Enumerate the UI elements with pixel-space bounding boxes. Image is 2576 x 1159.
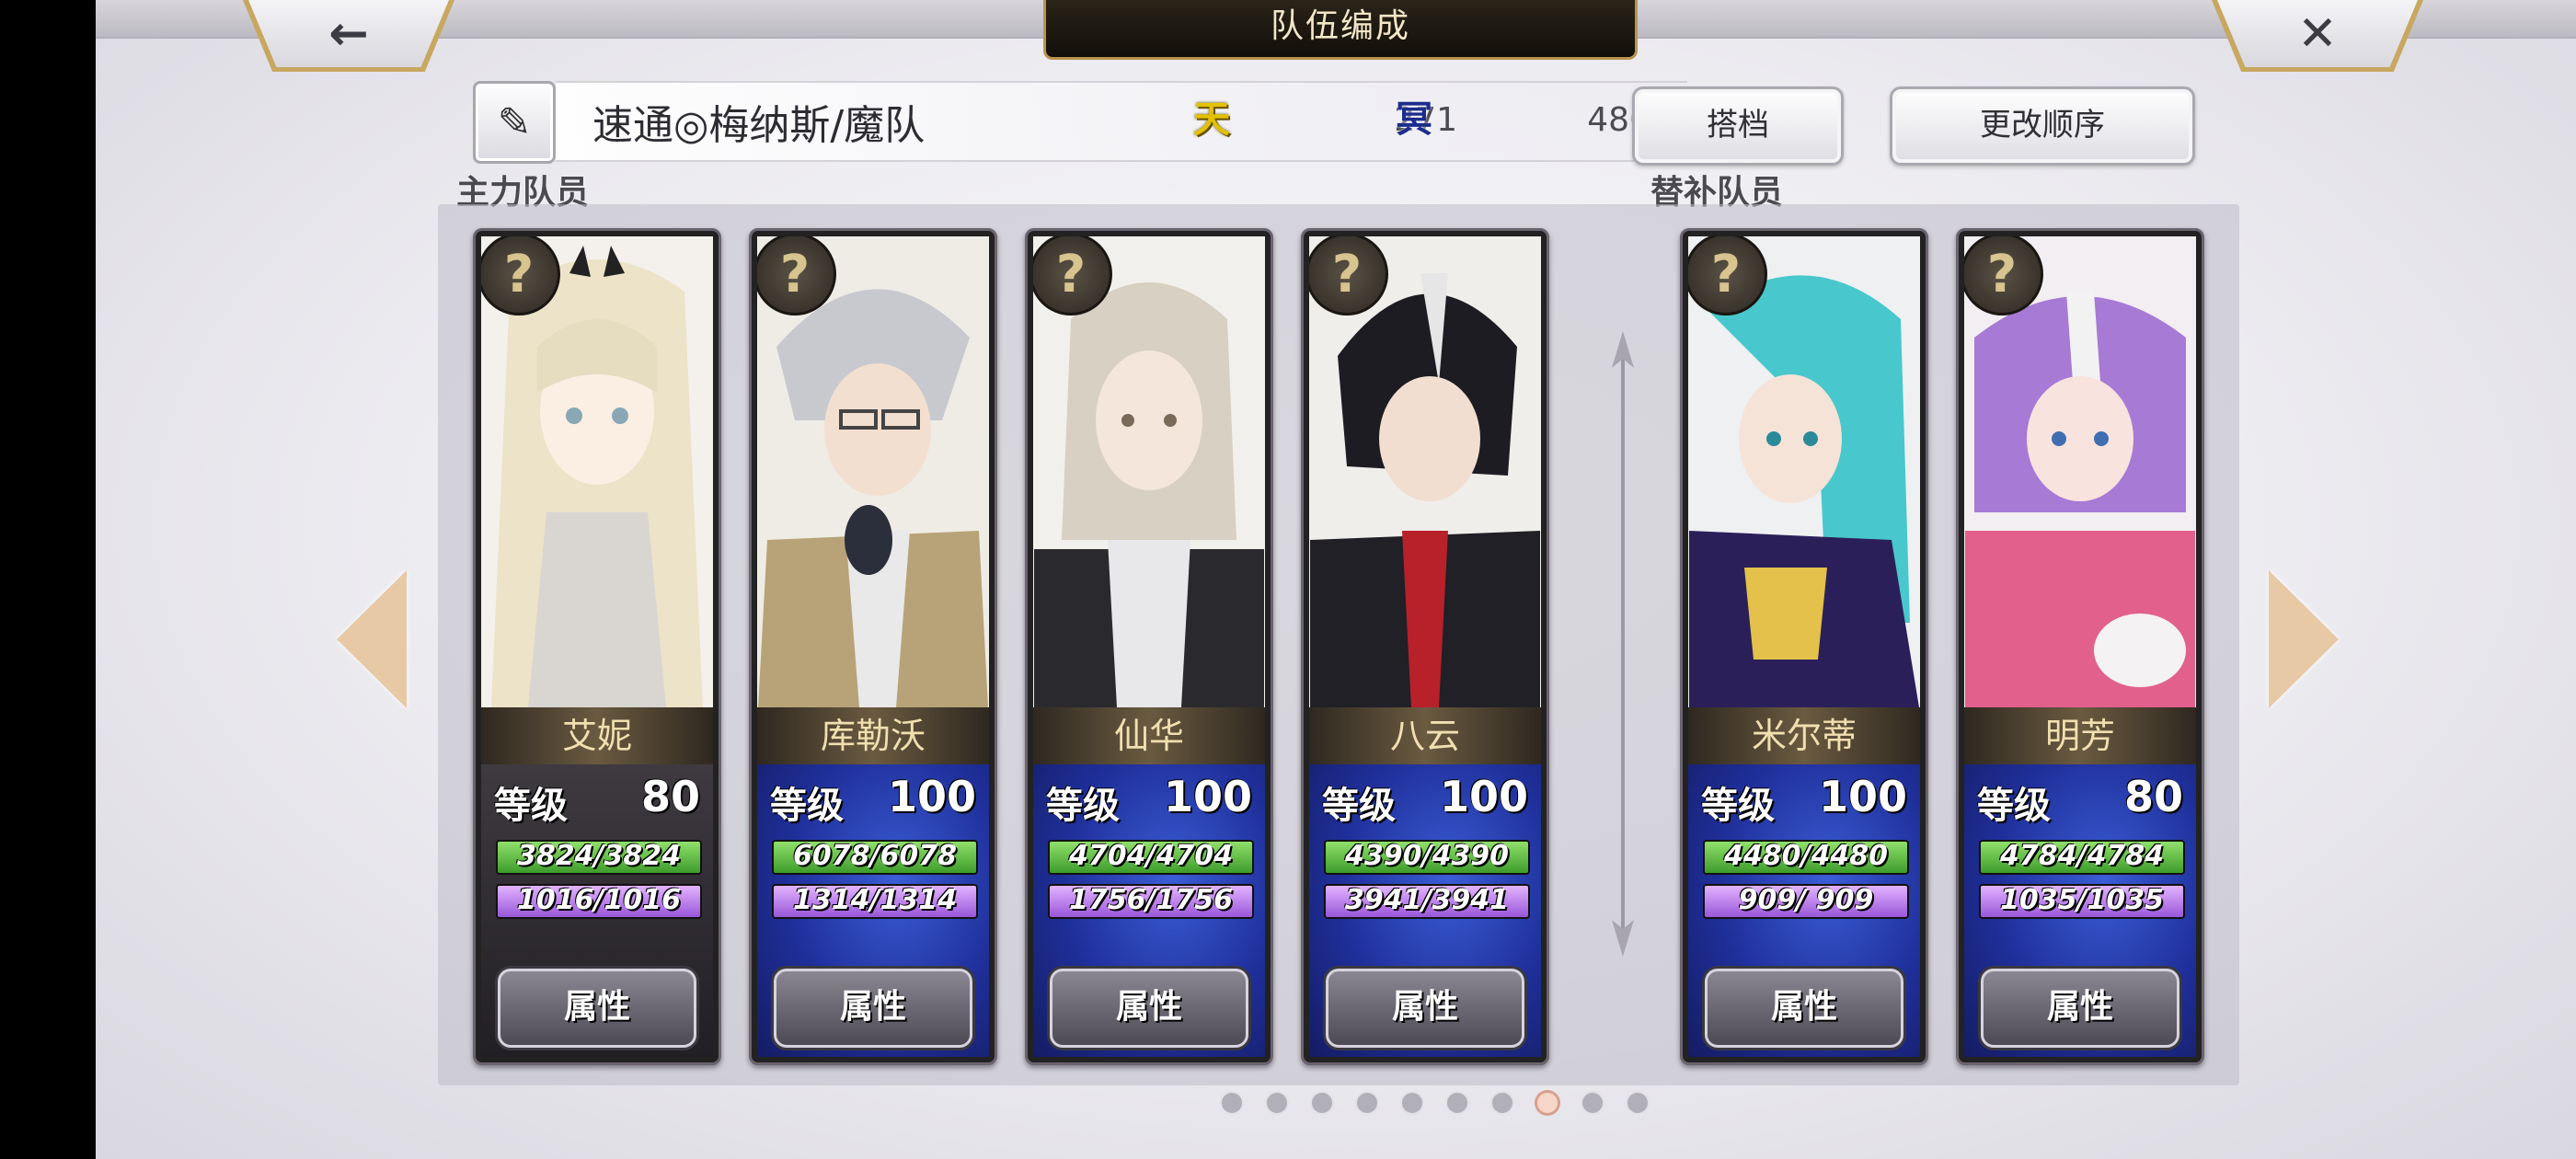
hell-icon: 冥 — [1396, 98, 1432, 141]
character-name: 米尔蒂 — [1688, 707, 1920, 764]
level-value: 100 — [1439, 772, 1528, 821]
level-value: 100 — [887, 772, 976, 821]
hp-value: 4390/4390 — [1345, 840, 1509, 872]
level-label: 等级 — [1322, 785, 1396, 827]
level-value: 100 — [1163, 772, 1252, 821]
page-dot[interactable] — [1447, 1093, 1467, 1113]
character-name: 明芳 — [1964, 707, 2196, 764]
quill-icon: ✎ — [497, 98, 532, 146]
attributes-button[interactable]: 属性 — [1705, 969, 1903, 1048]
level-label: 等级 — [1701, 785, 1775, 827]
back-button[interactable]: ← — [243, 0, 454, 72]
mp-bar: 3941/3941 — [1324, 884, 1530, 919]
level-value: 80 — [640, 772, 700, 821]
character-portrait: ? — [1033, 236, 1265, 707]
character-name: 八云 — [1309, 707, 1541, 764]
character-card-1[interactable]: ? 艾妮 等级 80 3824/3824 1016/1016 属性 — [473, 228, 721, 1065]
mp-value: 1016/1016 — [517, 884, 681, 916]
character-card-6[interactable]: ? 明芳 等级 80 4784/4784 1035/1035 属性 — [1956, 228, 2204, 1065]
character-portrait: ? — [757, 236, 989, 707]
team-name: 速通◎梅纳斯/魔队 — [592, 102, 926, 149]
level-label: 等级 — [1977, 785, 2051, 827]
character-stats: 等级 100 4390/4390 3941/3941 属性 — [1309, 764, 1541, 1057]
mp-bar: 909/ 909 — [1703, 884, 1909, 919]
hp-value: 4480/4480 — [1724, 840, 1888, 872]
attributes-button[interactable]: 属性 — [1981, 969, 2179, 1048]
mp-bar: 1035/1035 — [1979, 884, 2185, 919]
close-button[interactable]: ✕ — [2212, 0, 2423, 72]
character-stats: 等级 80 4784/4784 1035/1035 属性 — [1964, 764, 2196, 1057]
character-card-5[interactable]: ? 米尔蒂 等级 100 4480/4480 909/ 909 属性 — [1680, 228, 1928, 1065]
hp-value: 6078/6078 — [793, 840, 957, 872]
attributes-button[interactable]: 属性 — [498, 969, 696, 1048]
character-name: 库勒沃 — [757, 707, 989, 764]
hp-bar: 4704/4704 — [1048, 840, 1254, 875]
mp-bar: 1314/1314 — [772, 884, 978, 919]
character-stats: 等级 100 6078/6078 1314/1314 属性 — [757, 764, 989, 1057]
attributes-button[interactable]: 属性 — [1326, 969, 1524, 1048]
swap-divider-icon — [1612, 331, 1634, 957]
page-dot[interactable] — [1312, 1093, 1332, 1113]
level-value: 100 — [1818, 772, 1907, 821]
mp-bar: 1016/1016 — [496, 884, 702, 919]
level-label: 等级 — [494, 785, 568, 827]
page-indicator — [1222, 1093, 1648, 1113]
mp-value: 1314/1314 — [793, 884, 957, 916]
back-arrow-icon: ← — [328, 6, 369, 62]
level-value: 80 — [2123, 772, 2183, 821]
page-dot[interactable] — [1222, 1093, 1242, 1113]
page-dot[interactable] — [1357, 1093, 1377, 1113]
level-label: 等级 — [1046, 785, 1120, 827]
character-card-2[interactable]: ? 库勒沃 等级 100 6078/6078 1314/1314 属性 — [749, 228, 997, 1065]
page-dot[interactable] — [1582, 1093, 1603, 1113]
page-dot[interactable] — [1537, 1093, 1558, 1113]
character-stats: 等级 100 4704/4704 1756/1756 属性 — [1033, 764, 1265, 1057]
attributes-button[interactable]: 属性 — [774, 969, 972, 1048]
hp-bar: 3824/3824 — [496, 840, 702, 875]
hp-bar: 4784/4784 — [1979, 840, 2185, 875]
character-stats: 等级 80 3824/3824 1016/1016 属性 — [481, 764, 713, 1057]
character-card-4[interactable]: ? 八云 等级 100 4390/4390 3941/3941 属性 — [1301, 228, 1549, 1065]
close-icon: ✕ — [2297, 6, 2338, 62]
character-portrait: ? — [481, 236, 713, 707]
heaven-icon: 天 — [1193, 98, 1230, 141]
mp-value: 3941/3941 — [1345, 884, 1509, 916]
hp-bar: 6078/6078 — [772, 840, 978, 875]
mp-value: 1756/1756 — [1069, 884, 1233, 916]
page-dot[interactable] — [1492, 1093, 1512, 1113]
attributes-button[interactable]: 属性 — [1050, 969, 1248, 1048]
character-name: 仙华 — [1033, 707, 1265, 764]
next-page-arrow-icon[interactable] — [2269, 570, 2339, 708]
prev-page-arrow-icon[interactable] — [337, 570, 407, 708]
character-portrait: ? — [1309, 236, 1541, 707]
character-portrait: ? — [1688, 236, 1920, 707]
partner-button[interactable]: 搭档 — [1632, 86, 1844, 166]
mp-value: 909/ 909 — [1738, 884, 1874, 916]
character-portrait: ? — [1964, 236, 2196, 707]
character-card-3[interactable]: ? 仙华 等级 100 4704/4704 1756/1756 属性 — [1025, 228, 1273, 1065]
page-dot[interactable] — [1267, 1093, 1287, 1113]
hp-value: 3824/3824 — [517, 840, 681, 872]
hp-bar: 4480/4480 — [1703, 840, 1909, 875]
mp-value: 1035/1035 — [2000, 884, 2164, 916]
character-stats: 等级 100 4480/4480 909/ 909 属性 — [1688, 764, 1920, 1057]
page-title: 队伍编成 — [1043, 0, 1638, 60]
hp-bar: 4390/4390 — [1324, 840, 1530, 875]
hp-value: 4784/4784 — [2000, 840, 2164, 872]
page-dot[interactable] — [1402, 1093, 1422, 1113]
level-label: 等级 — [770, 785, 844, 827]
edit-team-name-button[interactable]: ✎ — [473, 81, 556, 164]
character-name: 艾妮 — [481, 707, 713, 764]
page-dot[interactable] — [1627, 1093, 1648, 1113]
mp-bar: 1756/1756 — [1048, 884, 1254, 919]
game-screen: ← 队伍编成 ✕ ✎ 速通◎梅纳斯/魔队 天 271 冥 486 搭档 更改顺序… — [96, 0, 2576, 1159]
hp-value: 4704/4704 — [1069, 840, 1233, 872]
change-order-button[interactable]: 更改顺序 — [1890, 86, 2195, 166]
